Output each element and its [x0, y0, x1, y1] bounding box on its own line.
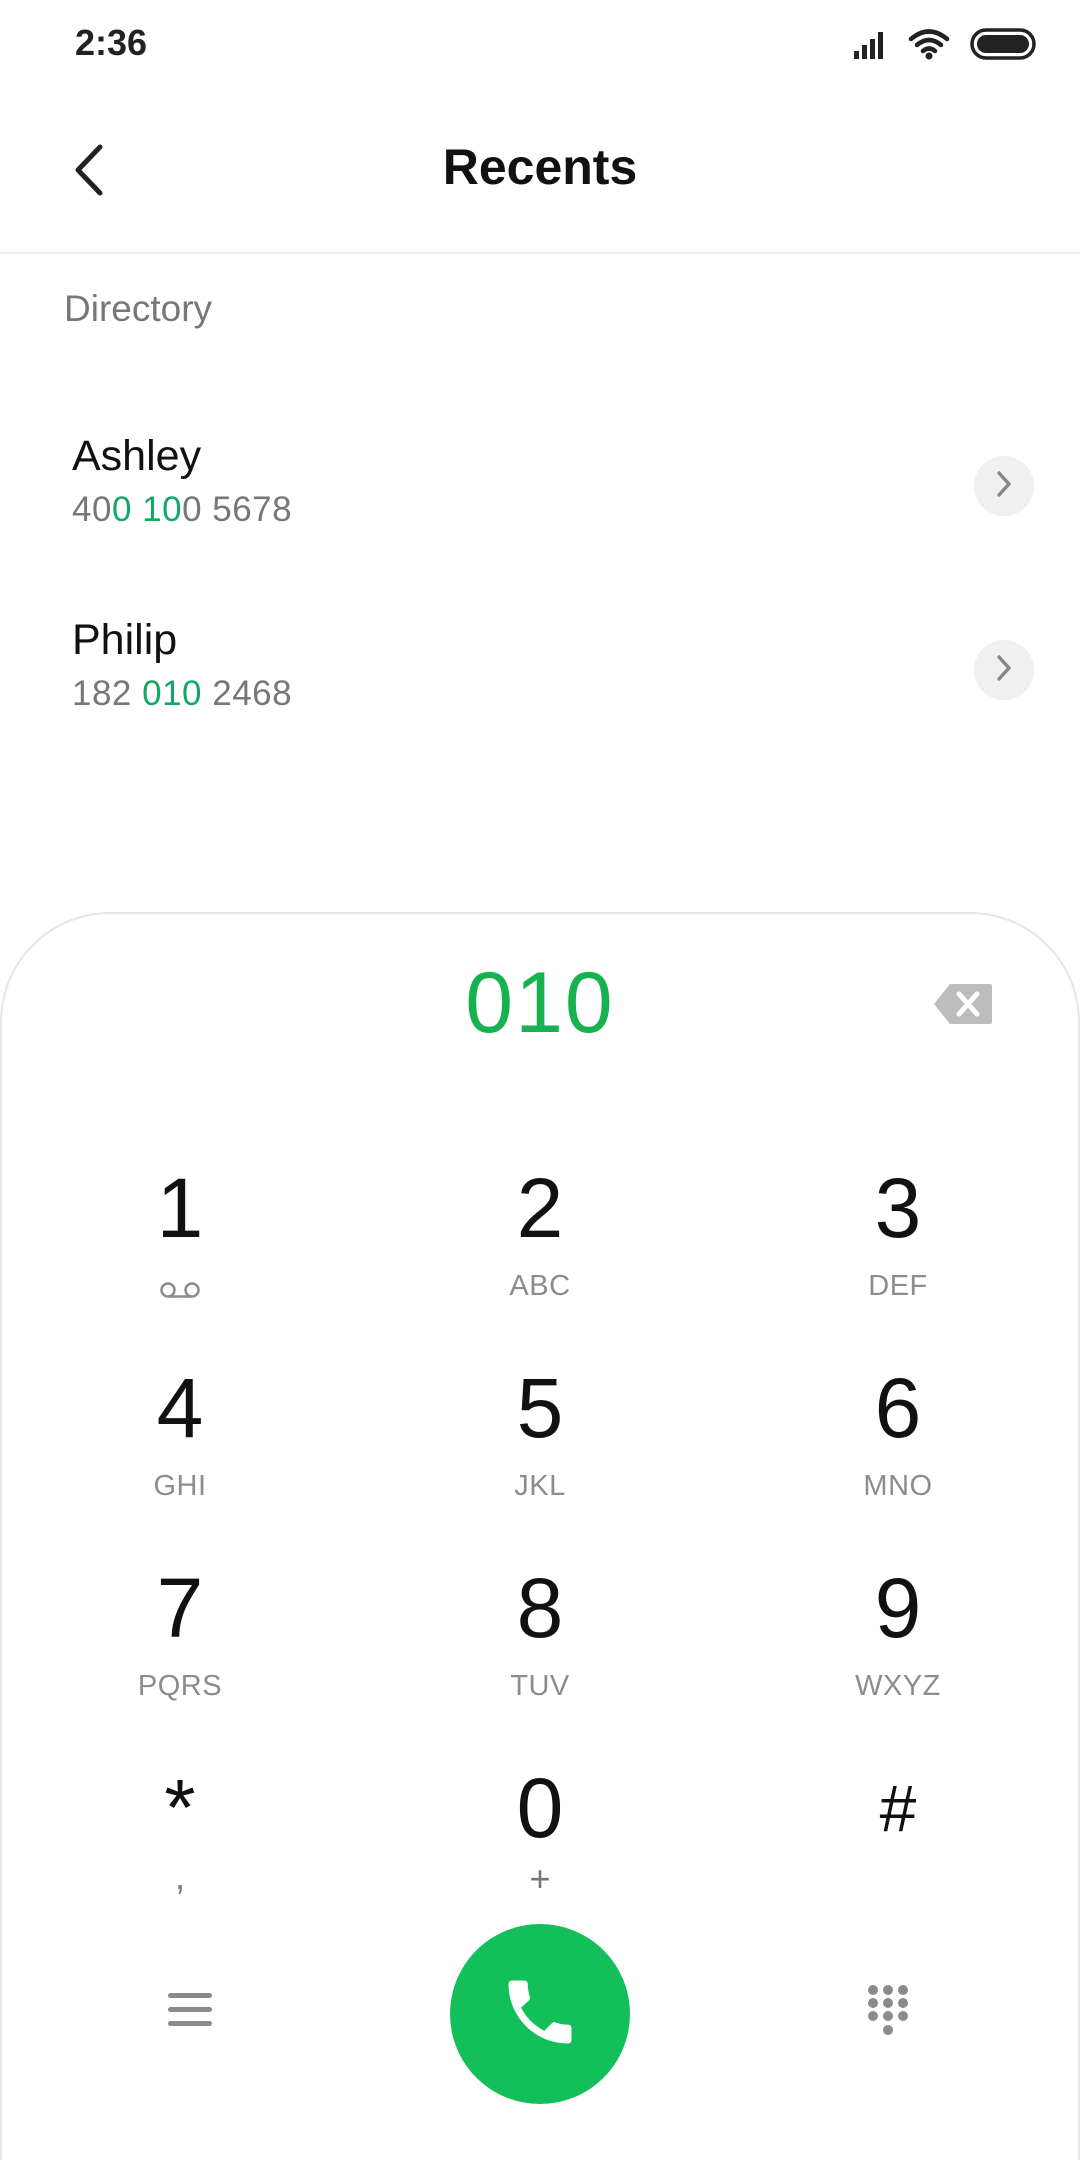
menu-icon — [168, 1991, 212, 2034]
contact-name: Ashley — [72, 432, 202, 480]
dial-key-6[interactable]: 6 MNO — [768, 1358, 1028, 1528]
contact-row[interactable]: Philip 182 010 2468 — [0, 616, 1080, 776]
key-digit: 5 — [516, 1361, 564, 1455]
number-part-match: 0 10 — [111, 490, 183, 529]
page-title: Recents — [442, 139, 638, 195]
status-icons — [854, 26, 1036, 66]
chevron-right-icon — [994, 469, 1014, 504]
key-digit: 0 — [516, 1761, 564, 1855]
voicemail-icon — [50, 1266, 310, 1308]
key-letters: , — [174, 1856, 185, 1897]
key-letters: WXYZ — [855, 1670, 941, 1702]
dialer-screen: 2:36 Recents Directory Ashley 400 100 56… — [0, 0, 1080, 2160]
menu-button[interactable] — [150, 1972, 230, 2052]
battery-icon — [970, 27, 1036, 65]
dial-key-4[interactable]: 4 GHI — [50, 1358, 310, 1528]
dial-key-0[interactable]: 0 + — [410, 1758, 670, 1928]
dial-key-1[interactable]: 1 — [50, 1158, 310, 1328]
dial-key-star[interactable]: * , — [50, 1758, 310, 1928]
number-part: 40 — [72, 490, 112, 529]
key-letters: GHI — [153, 1470, 207, 1502]
status-time: 2:36 — [75, 22, 148, 63]
dial-key-2[interactable]: 2 ABC — [410, 1158, 670, 1328]
section-label-directory: Directory — [64, 288, 213, 329]
key-digit: 8 — [516, 1561, 564, 1655]
key-digit: 4 — [156, 1361, 204, 1455]
dial-key-9[interactable]: 9 WXYZ — [768, 1558, 1028, 1728]
call-button[interactable] — [450, 1924, 630, 2104]
contact-number: 182 010 2468 — [72, 674, 292, 714]
contact-name: Philip — [72, 616, 178, 664]
contact-number: 400 100 5678 — [72, 490, 292, 530]
key-digit: 7 — [156, 1561, 204, 1655]
contact-row[interactable]: Ashley 400 100 5678 — [0, 432, 1080, 592]
key-digit: 1 — [156, 1161, 204, 1255]
dialpad-icon — [866, 1983, 910, 2042]
key-digit: 3 — [874, 1161, 922, 1255]
key-letters: MNO — [863, 1470, 933, 1502]
key-digit: 2 — [516, 1161, 564, 1255]
backspace-icon — [932, 984, 994, 1030]
contact-detail-button[interactable] — [974, 456, 1034, 516]
key-letters: ABC — [509, 1270, 571, 1302]
key-digit: 6 — [874, 1361, 922, 1455]
key-letters: + — [529, 1858, 551, 1899]
key-digit: # — [879, 1771, 917, 1845]
contact-detail-button[interactable] — [974, 640, 1034, 700]
status-bar: 2:36 — [0, 0, 1080, 90]
key-digit: * — [164, 1763, 196, 1852]
dial-key-hash[interactable]: # — [768, 1758, 1028, 1928]
signal-icon — [854, 29, 888, 64]
number-part-match: 010 — [142, 674, 203, 713]
chevron-right-icon — [994, 653, 1014, 688]
dial-key-8[interactable]: 8 TUV — [410, 1558, 670, 1728]
phone-icon — [498, 1970, 582, 2059]
app-header: Recents — [0, 100, 1080, 254]
dial-key-7[interactable]: 7 PQRS — [50, 1558, 310, 1728]
dialed-number-display[interactable]: 010 — [0, 954, 1080, 1053]
key-letters: PQRS — [137, 1670, 223, 1702]
backspace-button[interactable] — [932, 982, 994, 1026]
number-part: 2468 — [202, 674, 293, 713]
dial-key-5[interactable]: 5 JKL — [410, 1358, 670, 1528]
wifi-icon — [908, 28, 950, 65]
dial-key-3[interactable]: 3 DEF — [768, 1158, 1028, 1328]
key-letters: DEF — [868, 1270, 928, 1302]
number-part: 0 5678 — [182, 490, 293, 529]
number-part: 182 — [72, 674, 143, 713]
key-digit: 9 — [874, 1561, 922, 1655]
key-letters: JKL — [514, 1470, 566, 1502]
dialpad-toggle-button[interactable] — [848, 1970, 928, 2054]
key-letters: TUV — [510, 1670, 570, 1702]
